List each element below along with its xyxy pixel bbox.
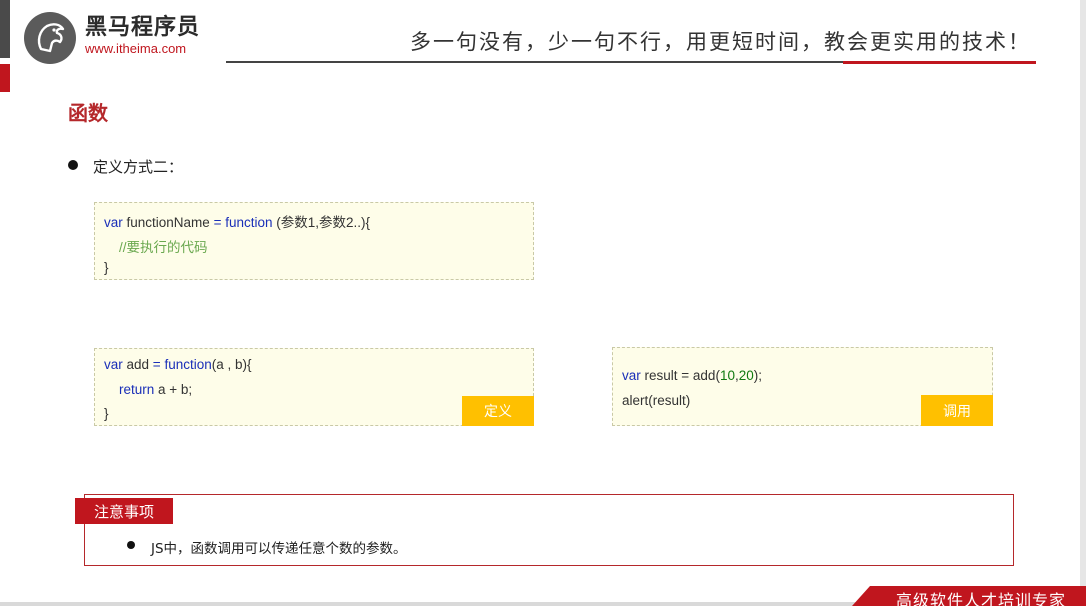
code-keyword: function <box>160 357 212 372</box>
left-edge-red-tab <box>0 64 10 92</box>
bullet-dot <box>68 160 78 170</box>
call-tag: 调用 <box>921 395 993 426</box>
code-line-2: alert(result) <box>622 393 691 408</box>
logo-url: www.itheima.com <box>85 41 187 56</box>
bottom-bar <box>0 602 860 606</box>
logo-text: 黑马程序员 www.itheima.com <box>85 16 200 58</box>
code-number: 10 <box>719 368 735 383</box>
header-divider-accent <box>843 61 1036 64</box>
note-bullet-dot <box>127 541 135 549</box>
horse-head-logo-icon <box>24 12 76 64</box>
code-number: 20 <box>738 368 754 383</box>
code-identifier: add <box>122 357 153 372</box>
code-args: (a , b){ <box>211 357 252 372</box>
code-comment: //要执行的代码 <box>119 240 208 255</box>
code-box-syntax: var functionName = function (参数1,参数2..){… <box>94 202 534 280</box>
code-identifier: result = add( <box>640 368 720 383</box>
code-operator: = <box>152 357 161 372</box>
code-keyword: var <box>622 368 641 383</box>
note-text: JS中，函数调用可以传递任意个数的参数。 <box>151 541 407 557</box>
code-keyword: function <box>221 215 273 230</box>
code-identifier: functionName <box>122 215 214 230</box>
code-keyword: return <box>119 382 155 397</box>
note-label: 注意事项 <box>75 498 173 524</box>
section-bullet-text: 定义方式二： <box>93 158 184 176</box>
code-line-1: var add = function(a , b){ <box>104 357 252 372</box>
code-keyword: var <box>104 357 123 372</box>
code-end: ); <box>753 368 763 383</box>
code-line-3: } <box>104 260 109 275</box>
code-keyword: var <box>104 215 123 230</box>
code-line-1: var result = add(10,20); <box>622 368 762 383</box>
header-slogan: 多一句没有，少一句不行，用更短时间，教会更实用的技术！ <box>410 30 1031 54</box>
footer-text: 高级软件人才培训专家 <box>896 591 1067 610</box>
right-scrollbar[interactable] <box>1080 0 1086 606</box>
code-line-3: } <box>104 406 109 421</box>
code-line-1: var functionName = function (参数1,参数2..){ <box>104 211 370 231</box>
define-tag: 定义 <box>462 396 534 426</box>
logo-name: 黑马程序员 <box>85 15 201 40</box>
page-title: 函数 <box>68 101 108 125</box>
code-line-2: return a + b; <box>119 382 192 397</box>
left-edge-dark <box>0 0 10 58</box>
code-expression: a + b; <box>154 382 193 397</box>
code-args: (参数1,参数2..){ <box>272 215 371 230</box>
